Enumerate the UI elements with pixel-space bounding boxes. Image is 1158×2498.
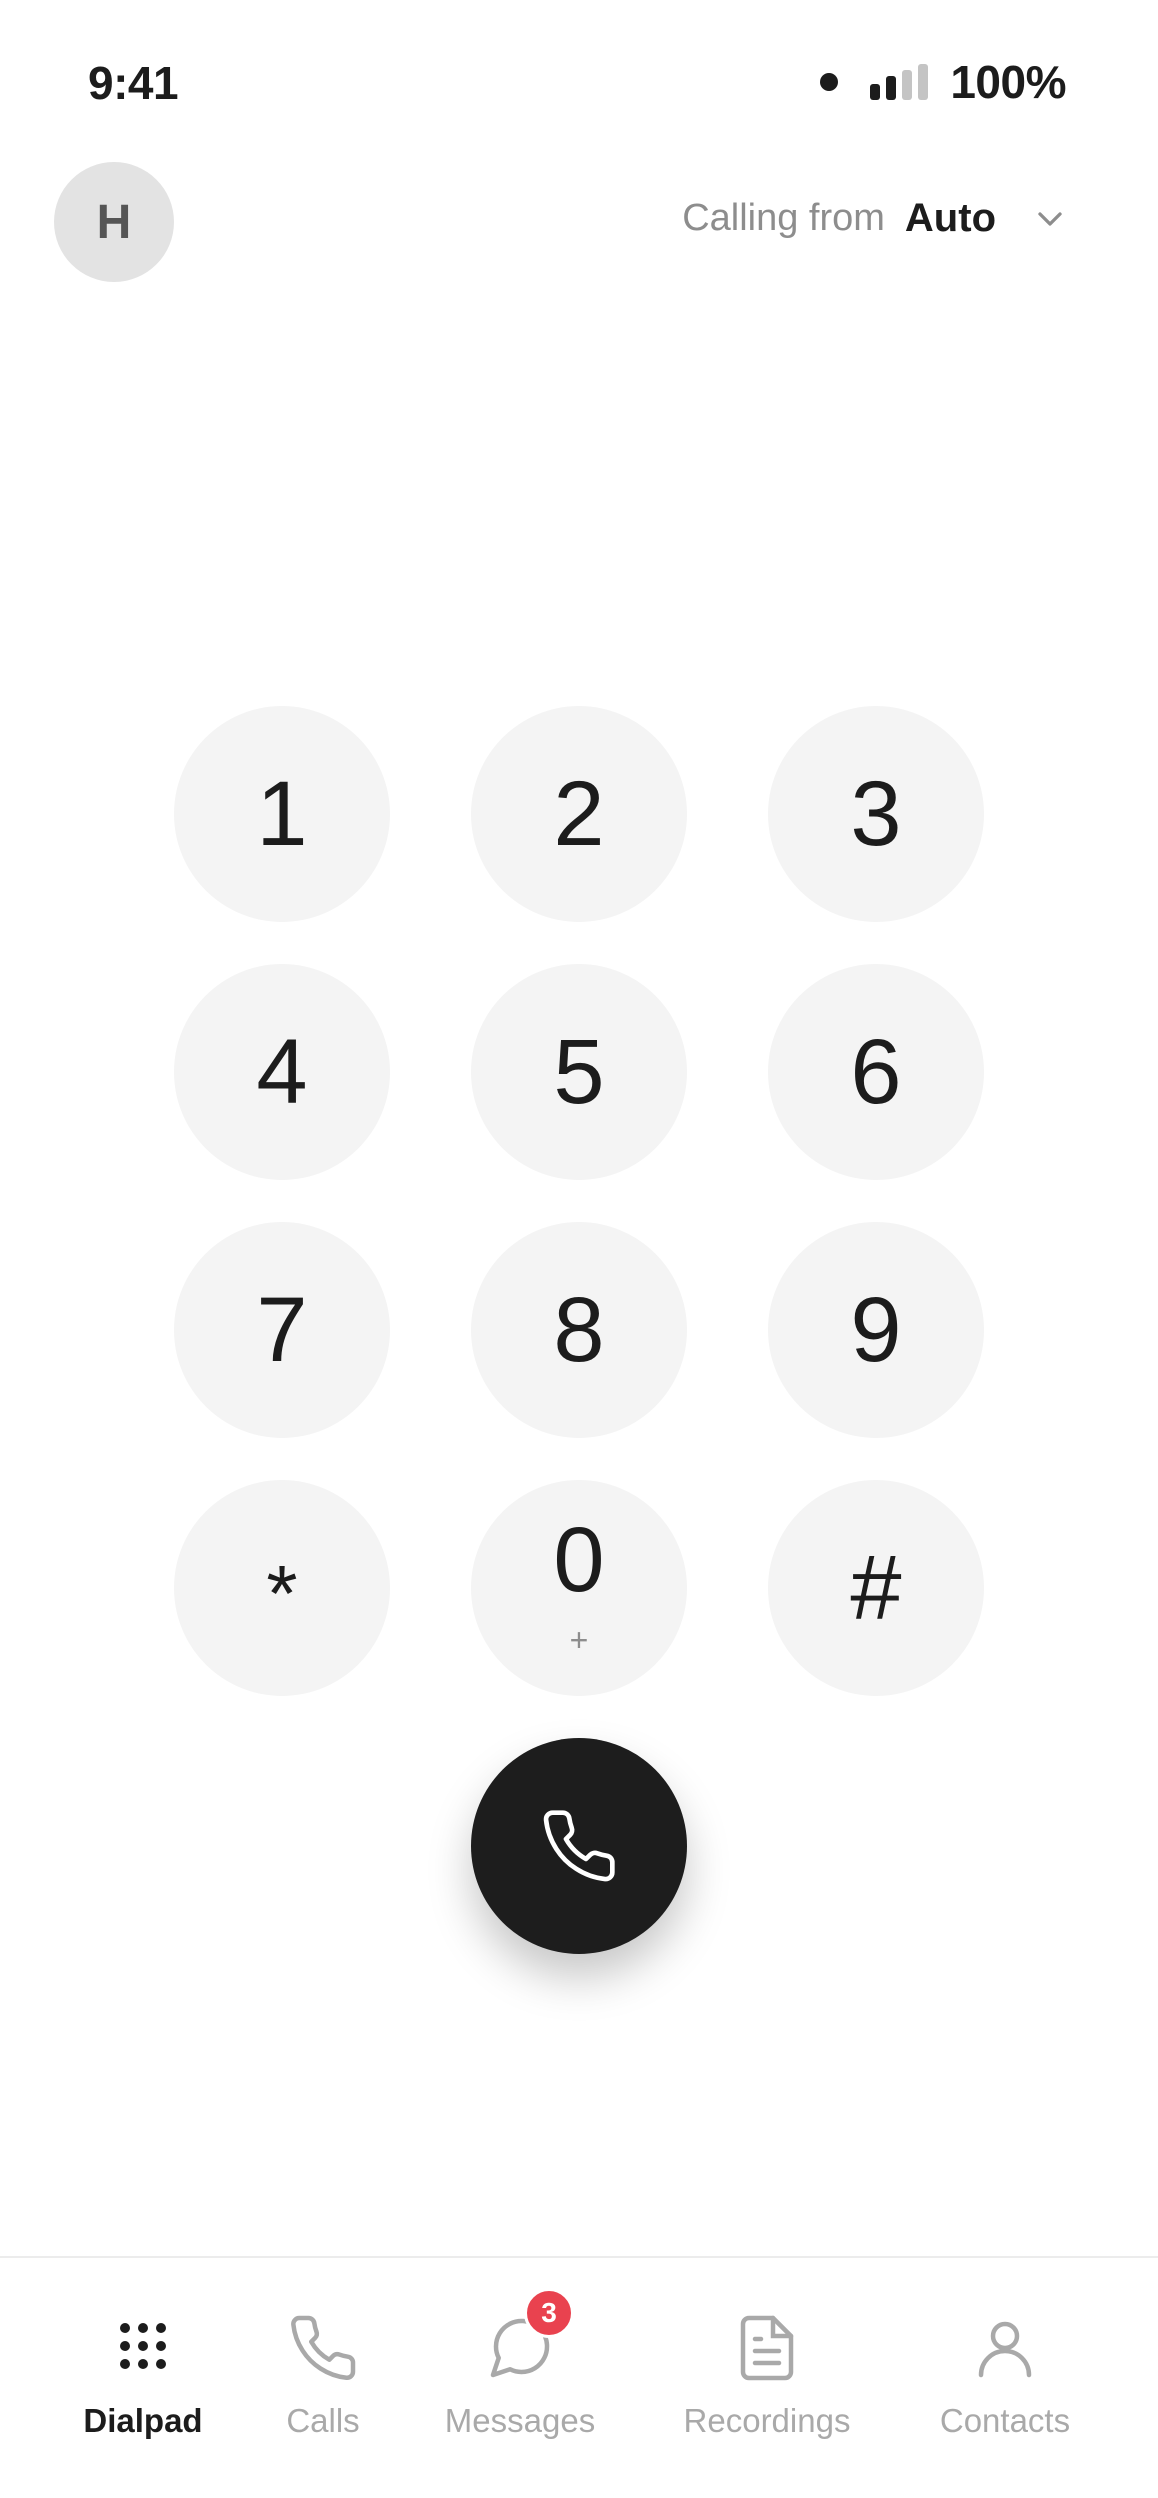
signal-strength-icon <box>870 64 929 100</box>
key-digit: 9 <box>850 1279 902 1381</box>
key-digit: 4 <box>256 1021 308 1123</box>
nav-item-contacts[interactable]: Contacts <box>895 2312 1115 2440</box>
camera-indicator-dot <box>820 73 839 91</box>
nav-label: Recordings <box>683 2402 851 2439</box>
dialpad-icon <box>120 2323 166 2369</box>
calling-from-selector[interactable]: Calling from Auto <box>682 196 1070 241</box>
status-indicators: 100% <box>820 54 1066 110</box>
key-3[interactable]: 3 <box>768 706 984 922</box>
key-subtext: + <box>569 1622 589 1658</box>
key-4[interactable]: 4 <box>174 964 390 1180</box>
key-star[interactable]: * <box>174 1480 390 1696</box>
key-8[interactable]: 8 <box>471 1222 687 1438</box>
nav-item-messages[interactable]: 3 Messages <box>410 2288 630 2440</box>
key-2[interactable]: 2 <box>471 706 687 922</box>
key-digit: 5 <box>553 1021 605 1123</box>
phone-icon <box>291 2315 356 2381</box>
avatar-initial: H <box>96 195 132 249</box>
document-icon <box>740 2315 794 2381</box>
key-digit: * <box>266 1549 298 1638</box>
status-time: 9:41 <box>88 57 179 109</box>
key-digit: 1 <box>256 763 308 865</box>
dialpad-grid: 1 2 3 4 5 6 7 8 9 * 0 + # <box>174 706 984 1696</box>
person-icon <box>978 2321 1032 2378</box>
key-7[interactable]: 7 <box>174 1222 390 1438</box>
battery-level: 100% <box>950 56 1066 108</box>
avatar[interactable]: H <box>54 162 174 282</box>
nav-label: Messages <box>444 2402 596 2439</box>
key-5[interactable]: 5 <box>471 964 687 1180</box>
key-6[interactable]: 6 <box>768 964 984 1180</box>
key-digit: 7 <box>256 1279 308 1381</box>
nav-label: Calls <box>286 2402 360 2439</box>
key-digit: 6 <box>850 1021 902 1123</box>
key-digit: 8 <box>553 1279 605 1381</box>
key-1[interactable]: 1 <box>174 706 390 922</box>
call-button[interactable] <box>471 1738 687 1954</box>
key-0[interactable]: 0 + <box>471 1480 687 1696</box>
phone-icon <box>543 1810 615 1882</box>
key-digit: 2 <box>553 763 605 865</box>
message-icon-wrapper: 3 <box>484 2288 574 2384</box>
key-digit: # <box>850 1537 902 1639</box>
calling-from-value: Auto <box>904 196 996 240</box>
nav-item-recordings[interactable]: Recordings <box>657 2312 877 2440</box>
calling-from-label: Calling from <box>682 197 885 239</box>
key-digit: 0 <box>553 1509 605 1611</box>
key-hash[interactable]: # <box>768 1480 984 1696</box>
nav-label: Dialpad <box>83 2402 203 2439</box>
key-9[interactable]: 9 <box>768 1222 984 1438</box>
key-digit: 3 <box>850 763 902 865</box>
nav-label: Contacts <box>939 2402 1071 2439</box>
nav-item-calls[interactable]: Calls <box>213 2312 433 2440</box>
unread-badge: 3 <box>524 2288 574 2338</box>
bottom-nav: Dialpad Calls 3 Messages Recordings Cont… <box>0 2256 1158 2498</box>
chevron-down-icon <box>1038 211 1062 226</box>
